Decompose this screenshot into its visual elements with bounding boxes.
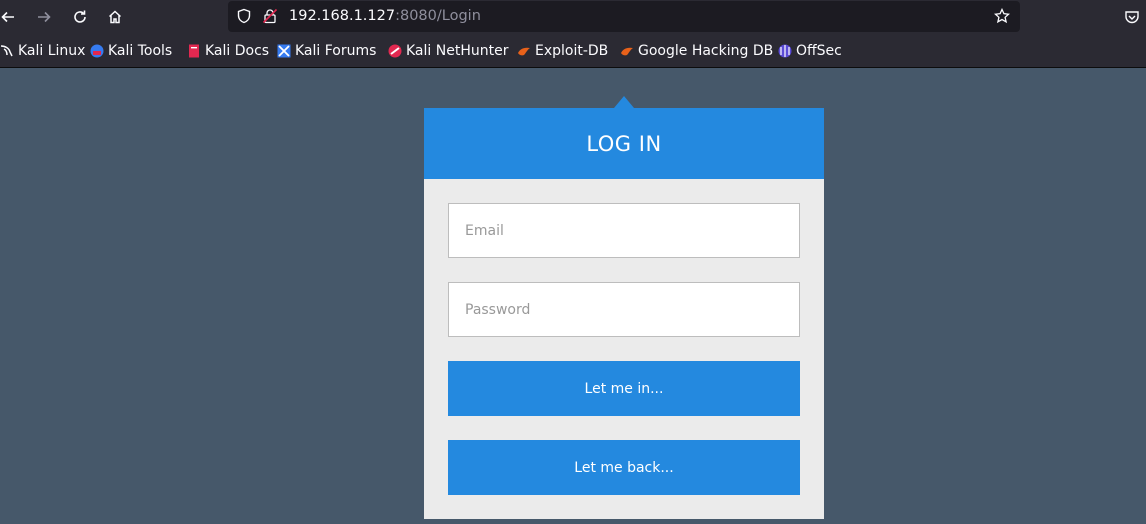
google-hacking-db-icon	[620, 44, 634, 58]
bookmark-label: OffSec	[796, 43, 842, 59]
bookmark-kali-linux[interactable]: Kali Linux	[0, 42, 85, 60]
reload-icon	[74, 10, 86, 23]
bookmark-label: Google Hacking DB	[638, 43, 774, 59]
browser-toolbar: 192.168.1.127:8080/Login	[0, 0, 1146, 34]
pocket-button[interactable]	[1120, 5, 1144, 29]
login-title: LOG IN	[586, 131, 662, 156]
kali-nethunter-icon	[388, 44, 402, 58]
bookmark-star-icon[interactable]	[994, 8, 1010, 24]
bookmark-google-hacking-db[interactable]: Google Hacking DB	[620, 42, 773, 60]
bookmark-kali-docs[interactable]: Kali Docs	[187, 42, 269, 60]
bookmark-label: Kali Tools	[108, 43, 173, 59]
login-header: LOG IN	[424, 108, 824, 179]
url-text[interactable]: 192.168.1.127:8080/Login	[289, 8, 481, 25]
shield-icon[interactable]	[236, 8, 252, 24]
kali-tools-icon	[90, 44, 104, 58]
bookmark-label: Exploit-DB	[535, 43, 609, 59]
login-button[interactable]: Let me in...	[448, 361, 800, 416]
login-card: LOG IN Let me in... Let me back...	[424, 108, 824, 519]
bookmark-label: Kali Docs	[205, 43, 270, 59]
bookmark-label: Kali Linux	[18, 43, 86, 59]
reload-button[interactable]	[68, 5, 92, 29]
bookmark-label: Kali NetHunter	[406, 43, 509, 59]
bookmark-label: Kali Forums	[295, 43, 377, 59]
pocket-icon	[1125, 11, 1139, 24]
arrow-right-icon	[38, 11, 51, 23]
card-pointer	[614, 96, 634, 108]
home-button[interactable]	[103, 5, 127, 29]
password-field[interactable]	[448, 282, 800, 337]
kali-dragon-icon	[0, 44, 14, 58]
offsec-icon	[778, 44, 792, 58]
kali-forums-icon	[277, 44, 291, 58]
bookmark-kali-tools[interactable]: Kali Tools	[90, 42, 172, 60]
bookmark-kali-nethunter[interactable]: Kali NetHunter	[388, 42, 508, 60]
insecure-lock-icon[interactable]	[262, 8, 278, 24]
bookmark-kali-forums[interactable]: Kali Forums	[277, 42, 376, 60]
exploit-db-icon	[517, 44, 531, 58]
forward-button[interactable]	[32, 5, 56, 29]
kali-docs-icon	[187, 44, 201, 58]
bookmark-offsec[interactable]: OffSec	[778, 42, 842, 60]
url-path: :8080/Login	[395, 8, 481, 24]
back-link-button[interactable]: Let me back...	[448, 440, 800, 495]
back-button[interactable]	[0, 5, 20, 29]
bookmark-exploit-db[interactable]: Exploit-DB	[517, 42, 608, 60]
arrow-left-icon	[1, 11, 14, 23]
home-icon	[108, 10, 122, 24]
email-field[interactable]	[448, 203, 800, 258]
url-bar[interactable]: 192.168.1.127:8080/Login	[228, 1, 1020, 32]
bookmarks-toolbar: Kali Linux Kali Tools Kali Docs Kali For…	[0, 34, 1146, 68]
url-host: 192.168.1.127	[289, 8, 396, 24]
